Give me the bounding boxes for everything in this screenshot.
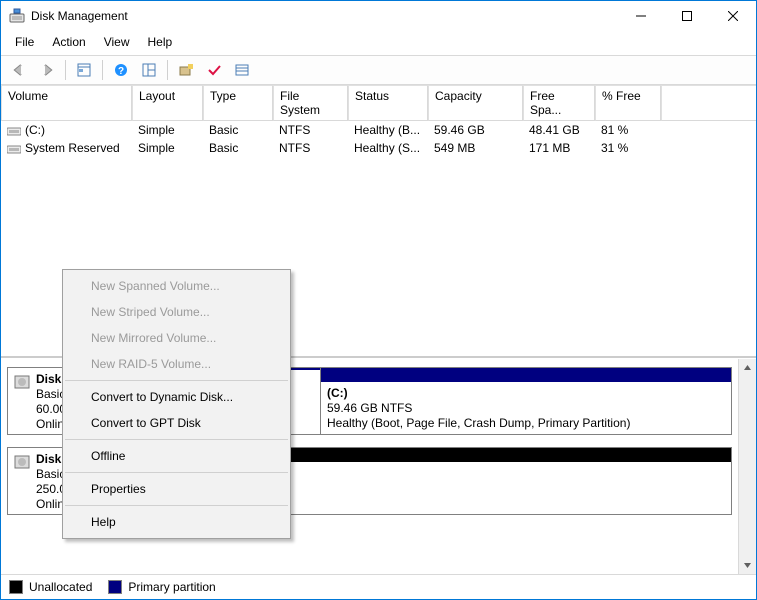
ctx-new-raid5-volume[interactable]: New RAID-5 Volume... — [63, 351, 290, 377]
part-name: (C:) — [327, 386, 725, 401]
toolbar-settings-icon[interactable] — [174, 58, 198, 82]
scroll-down-icon[interactable] — [739, 557, 756, 574]
minimize-button[interactable] — [618, 1, 664, 31]
ctx-help[interactable]: Help — [63, 509, 290, 535]
disk-management-window: Disk Management File Action View Help ? — [0, 0, 757, 600]
vol-status: Healthy (B... — [348, 121, 428, 139]
ctx-separator — [65, 472, 288, 473]
col-status[interactable]: Status — [348, 85, 428, 121]
col-pctfree[interactable]: % Free — [595, 85, 661, 121]
close-button[interactable] — [710, 1, 756, 31]
disk-icon — [14, 372, 32, 430]
col-extra[interactable] — [661, 85, 756, 121]
back-button[interactable] — [7, 58, 31, 82]
vol-pct: 81 % — [595, 121, 661, 139]
part-status: Healthy (Boot, Page File, Crash Dump, Pr… — [327, 416, 725, 431]
window-title: Disk Management — [31, 9, 128, 23]
col-type[interactable]: Type — [203, 85, 273, 121]
ctx-properties[interactable]: Properties — [63, 476, 290, 502]
ctx-new-striped-volume[interactable]: New Striped Volume... — [63, 299, 290, 325]
legend-unallocated-label: Unallocated — [29, 580, 92, 594]
toolbar: ? — [1, 55, 756, 85]
drive-icon — [7, 125, 21, 137]
vol-cap: 549 MB — [428, 139, 523, 157]
vol-cap: 59.46 GB — [428, 121, 523, 139]
vol-free: 171 MB — [523, 139, 595, 157]
ctx-separator — [65, 505, 288, 506]
toolbar-list-icon[interactable] — [230, 58, 254, 82]
ctx-separator — [65, 380, 288, 381]
help-icon[interactable]: ? — [109, 58, 133, 82]
volume-row[interactable]: (C:) Simple Basic NTFS Healthy (B... 59.… — [1, 121, 756, 139]
toolbar-view-icon[interactable] — [72, 58, 96, 82]
vertical-scrollbar[interactable] — [738, 359, 756, 574]
volume-header: Volume Layout Type File System Status Ca… — [1, 85, 756, 121]
menu-action[interactable]: Action — [44, 33, 93, 51]
vol-type: Basic — [203, 139, 273, 157]
ctx-convert-dynamic[interactable]: Convert to Dynamic Disk... — [63, 384, 290, 410]
ctx-offline[interactable]: Offline — [63, 443, 290, 469]
volume-row[interactable]: System Reserved Simple Basic NTFS Health… — [1, 139, 756, 157]
vol-name: (C:) — [25, 123, 45, 137]
toolbar-check-icon[interactable] — [202, 58, 226, 82]
ctx-convert-gpt[interactable]: Convert to GPT Disk — [63, 410, 290, 436]
titlebar: Disk Management — [1, 1, 756, 31]
vol-layout: Simple — [132, 139, 203, 157]
vol-type: Basic — [203, 121, 273, 139]
legend-primary-label: Primary partition — [128, 580, 215, 594]
app-icon — [9, 8, 25, 24]
part-detail: 59.46 GB NTFS — [327, 401, 725, 416]
vol-layout: Simple — [132, 121, 203, 139]
drive-icon — [7, 143, 21, 155]
menu-view[interactable]: View — [96, 33, 138, 51]
partition-primary-stripe — [321, 368, 731, 382]
partition[interactable]: (C:) 59.46 GB NTFS Healthy (Boot, Page F… — [320, 368, 731, 434]
toolbar-layout-icon[interactable] — [137, 58, 161, 82]
menubar: File Action View Help — [1, 31, 756, 55]
scroll-track[interactable] — [739, 376, 756, 557]
col-filesystem[interactable]: File System — [273, 85, 348, 121]
maximize-button[interactable] — [664, 1, 710, 31]
vol-fs: NTFS — [273, 139, 348, 157]
legend-unallocated-swatch — [9, 580, 23, 594]
vol-status: Healthy (S... — [348, 139, 428, 157]
col-layout[interactable]: Layout — [132, 85, 203, 121]
vol-free: 48.41 GB — [523, 121, 595, 139]
ctx-separator — [65, 439, 288, 440]
scroll-up-icon[interactable] — [739, 359, 756, 376]
legend: Unallocated Primary partition — [1, 574, 756, 599]
svg-text:?: ? — [118, 66, 124, 77]
menu-file[interactable]: File — [7, 33, 42, 51]
disk-icon — [14, 452, 32, 510]
context-menu: New Spanned Volume... New Striped Volume… — [62, 269, 291, 539]
vol-name: System Reserved — [25, 141, 120, 155]
col-capacity[interactable]: Capacity — [428, 85, 523, 121]
ctx-new-mirrored-volume[interactable]: New Mirrored Volume... — [63, 325, 290, 351]
legend-primary-swatch — [108, 580, 122, 594]
forward-button[interactable] — [35, 58, 59, 82]
menu-help[interactable]: Help — [140, 33, 181, 51]
ctx-new-spanned-volume[interactable]: New Spanned Volume... — [63, 273, 290, 299]
vol-pct: 31 % — [595, 139, 661, 157]
col-volume[interactable]: Volume — [1, 85, 132, 121]
vol-fs: NTFS — [273, 121, 348, 139]
col-freespace[interactable]: Free Spa... — [523, 85, 595, 121]
